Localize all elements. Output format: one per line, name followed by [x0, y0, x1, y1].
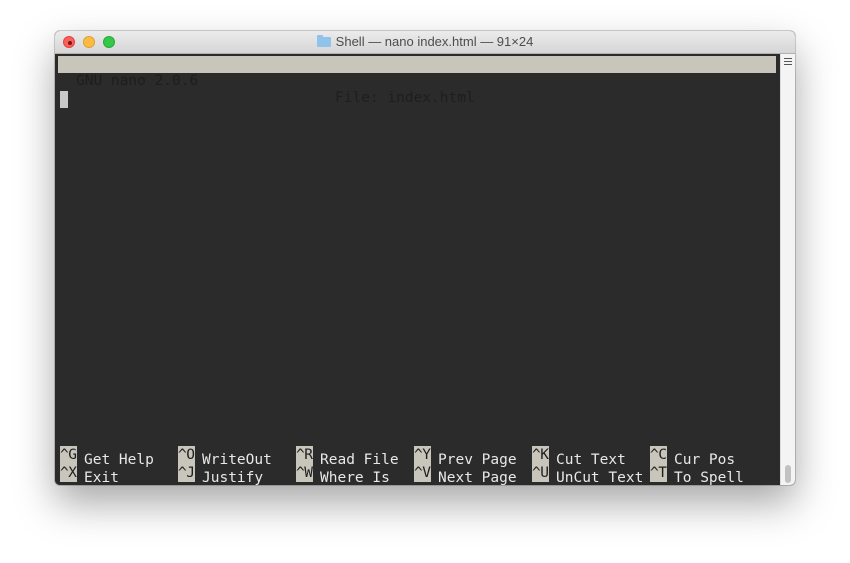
shortcut-key: ^R: [296, 446, 313, 464]
shortcut-cut-text[interactable]: ^K Cut Text: [532, 446, 626, 468]
shortcut-where-is[interactable]: ^W Where Is: [296, 464, 390, 485]
shortcut-key: ^K: [532, 446, 549, 464]
nano-file-name: File: index.html: [335, 90, 475, 106]
shortcut-key: ^U: [532, 464, 549, 482]
shortcut-key: ^O: [178, 446, 195, 464]
shortcut-label: Where Is: [320, 470, 390, 485]
shortcut-key: ^T: [650, 464, 667, 482]
shortcut-next-page[interactable]: ^V Next Page: [414, 464, 517, 485]
shortcut-label: Exit: [84, 470, 119, 485]
vertical-scrollbar[interactable]: [780, 54, 795, 485]
shortcut-read-file[interactable]: ^R Read File: [296, 446, 399, 468]
shortcut-label: Justify: [202, 470, 264, 485]
shortcut-key: ^G: [60, 446, 77, 464]
window-title: Shell — nano index.html — 91×24: [335, 34, 534, 49]
shortcut-uncut-text[interactable]: ^U UnCut Text: [532, 464, 644, 485]
shortcut-key: ^V: [414, 464, 431, 482]
nano-version: GNU nano 2.0.6: [76, 73, 199, 89]
shortcut-cur-pos[interactable]: ^C Cur Pos: [650, 446, 735, 468]
terminal-window: Shell — nano index.html — 91×24 GNU nano…: [55, 31, 795, 485]
nano-header-bar: GNU nano 2.0.6 File: index.html: [58, 56, 776, 106]
shortcut-to-spell[interactable]: ^T To Spell: [650, 464, 744, 485]
title-bar[interactable]: Shell — nano index.html — 91×24: [55, 31, 795, 54]
shortcut-label: UnCut Text: [556, 470, 644, 485]
terminal-area[interactable]: GNU nano 2.0.6 File: index.html ^G Get He…: [55, 54, 781, 485]
shortcut-get-help[interactable]: ^G Get Help: [60, 446, 154, 468]
shortcut-row-1: ^G Get Help ^O WriteOut ^R Read File ^Y Prev…: [60, 446, 735, 468]
shortcut-row-2: ^X Exit ^J Justify ^W Where Is ^V Next Page …: [60, 464, 744, 485]
shortcut-key: ^W: [296, 464, 313, 482]
split-pane-icon[interactable]: [784, 58, 792, 65]
shortcut-label: Next Page: [438, 470, 517, 485]
folder-icon: [316, 35, 331, 47]
shortcut-exit[interactable]: ^X Exit: [60, 464, 119, 485]
window-title-container: Shell — nano index.html — 91×24: [55, 31, 795, 53]
shortcut-key: ^J: [178, 464, 195, 482]
shortcut-label: To Spell: [674, 470, 744, 485]
scrollbar-thumb[interactable]: [785, 465, 791, 483]
shortcut-key: ^X: [60, 464, 77, 482]
shortcut-key: ^Y: [414, 446, 431, 464]
shortcut-key: ^C: [650, 446, 667, 464]
shortcut-prev-page[interactable]: ^Y Prev Page: [414, 446, 517, 468]
text-cursor: [60, 91, 68, 108]
shortcut-writeout[interactable]: ^O WriteOut: [178, 446, 272, 468]
shortcut-justify[interactable]: ^J Justify: [178, 464, 264, 485]
